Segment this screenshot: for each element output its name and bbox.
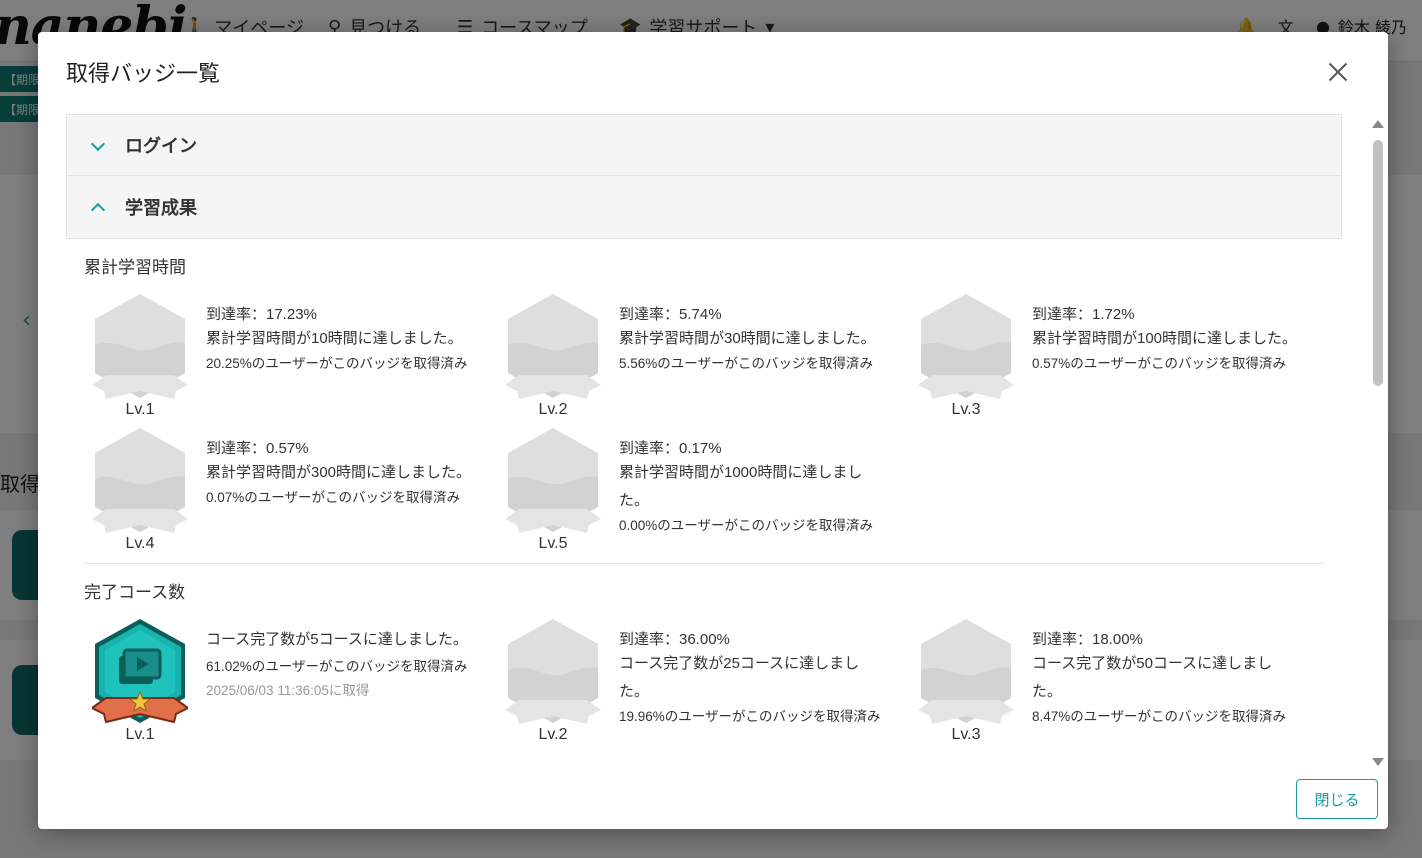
badge-grid-study-time: Lv.1 到達率：17.23% 累計学習時間が10時間に達しました。 20.25… [84,277,1324,563]
chevron-up-icon [91,201,103,213]
badge-text: 到達率：0.17% 累計学習時間が1000時間に達しました。 0.00%のユーザ… [619,439,889,537]
badge-rate: 到達率：0.57% [206,440,309,457]
badge-users: 0.07%のユーザーがこのバッジを取得済み [206,490,461,505]
accordion-learning-results[interactable]: 学習成果 [66,176,1342,239]
modal-scrollbar[interactable] [1372,118,1384,768]
badge-desc: 累計学習時間が30時間に達しました。 [619,330,876,347]
badge-users: 8.47%のユーザーがこのバッジを取得済み [1032,709,1287,724]
badge-desc: コース完了数が50コースに達しました。 [1032,655,1273,700]
accordion-login-label: ログイン [125,136,197,156]
badge-desc: 累計学習時間が1000時間に達しました。 [619,464,863,509]
section-title-completed-courses: 完了コース数 [84,583,186,602]
badge-locked-icon [918,619,1014,724]
badge-level: Lv.3 [951,726,981,743]
badge-desc: コース完了数が25コースに達しました。 [619,655,860,700]
badge-locked-icon [505,619,601,724]
badge-rate: 到達率：0.17% [619,440,722,457]
badge-grid-completed-courses: Lv.1 コース完了数が5コースに達しました。 61.02%のユーザーがこのバッ… [84,602,1324,762]
modal-content: ログイン 学習成果 累計学習時間 Lv.1 到達率：17.23% 累計学習時間が… [66,114,1342,770]
scrollbar-thumb[interactable] [1373,140,1383,386]
badge-rate: 到達率：17.23% [206,306,317,323]
badge-rate: 到達率：18.00% [1032,631,1143,648]
badge-desc: 累計学習時間が10時間に達しました。 [206,330,463,347]
badge-text: 到達率：1.72% 累計学習時間が100時間に達しました。 0.57%のユーザー… [1032,305,1322,375]
badge-completed-courses-lv3[interactable]: Lv.3 到達率：18.00% コース完了数が50コースに達しました。 8.47… [910,618,1323,748]
badge-study-time-lv5[interactable]: Lv.5 到達率：0.17% 累計学習時間が1000時間に達しました。 0.00… [497,427,910,557]
badge-list-modal: 取得バッジ一覧 ログイン 学習成果 累計学習時間 Lv.1 到達率：17.23%… [38,32,1388,829]
badge-text: 到達率：17.23% 累計学習時間が10時間に達しました。 20.25%のユーザ… [206,305,496,375]
badge-course-video-icon [92,619,188,724]
close-icon[interactable] [1326,60,1350,84]
badge-text: コース完了数が5コースに達しました。 61.02%のユーザーがこのバッジを取得済… [206,630,496,704]
badge-desc: 累計学習時間が100時間に達しました。 [1032,330,1298,347]
accordion-learning-results-body: 累計学習時間 Lv.1 到達率：17.23% 累計学習時間が10時間に達しました… [66,253,1342,762]
badge-completed-courses-lv1[interactable]: Lv.1 コース完了数が5コースに達しました。 61.02%のユーザーがこのバッ… [84,618,497,748]
close-button[interactable]: 閉じる [1296,779,1378,819]
badge-users: 20.25%のユーザーがこのバッジを取得済み [206,356,468,371]
section-divider [84,563,1324,564]
badge-study-time-lv4[interactable]: Lv.4 到達率：0.57% 累計学習時間が300時間に達しました。 0.07%… [84,427,497,557]
badge-text: 到達率：0.57% 累計学習時間が300時間に達しました。 0.07%のユーザー… [206,439,496,509]
badge-study-time-lv3[interactable]: Lv.3 到達率：1.72% 累計学習時間が100時間に達しました。 0.57%… [910,293,1323,423]
badge-rate: 到達率：1.72% [1032,306,1135,323]
scroll-down-arrow-icon[interactable] [1372,758,1384,766]
badge-locked-icon [918,294,1014,399]
badge-level: Lv.5 [538,535,568,552]
badge-study-time-lv1[interactable]: Lv.1 到達率：17.23% 累計学習時間が10時間に達しました。 20.25… [84,293,497,423]
modal-title: 取得バッジ一覧 [66,61,221,86]
badge-level: Lv.4 [125,535,155,552]
badge-level: Lv.3 [951,401,981,418]
accordion-learning-results-label: 学習成果 [125,198,197,218]
badge-desc: 累計学習時間が300時間に達しました。 [206,464,472,481]
badge-acquired-date: 2025/06/03 11:36:05に取得 [206,683,370,698]
badge-level: Lv.1 [125,401,155,418]
accordion-login[interactable]: ログイン [66,114,1342,176]
badge-level: Lv.2 [538,726,568,743]
section-title-study-time: 累計学習時間 [84,258,186,277]
badge-users: 0.57%のユーザーがこのバッジを取得済み [1032,356,1287,371]
chevron-down-icon [91,139,103,151]
badge-locked-icon [505,428,601,533]
badge-text: 到達率：5.74% 累計学習時間が30時間に達しました。 5.56%のユーザーが… [619,305,909,375]
badge-locked-icon [505,294,601,399]
badge-locked-icon [92,428,188,533]
scroll-up-arrow-icon[interactable] [1372,120,1384,128]
badge-users: 19.96%のユーザーがこのバッジを取得済み [619,709,881,724]
badge-users: 0.00%のユーザーがこのバッジを取得済み [619,518,874,533]
badge-rate: 到達率：36.00% [619,631,730,648]
badge-completed-courses-lv2[interactable]: Lv.2 到達率：36.00% コース完了数が25コースに達しました。 19.9… [497,618,910,748]
badge-users: 5.56%のユーザーがこのバッジを取得済み [619,356,874,371]
badge-study-time-lv2[interactable]: Lv.2 到達率：5.74% 累計学習時間が30時間に達しました。 5.56%の… [497,293,910,423]
badge-rate: 到達率：5.74% [619,306,722,323]
badge-level: Lv.1 [125,726,155,743]
badge-users: 61.02%のユーザーがこのバッジを取得済み [206,659,468,674]
badge-desc: コース完了数が5コースに達しました。 [206,631,468,648]
badge-text: 到達率：36.00% コース完了数が25コースに達しました。 19.96%のユー… [619,630,889,728]
badge-text: 到達率：18.00% コース完了数が50コースに達しました。 8.47%のユーザ… [1032,630,1302,728]
badge-locked-icon [92,294,188,399]
badge-level: Lv.2 [538,401,568,418]
